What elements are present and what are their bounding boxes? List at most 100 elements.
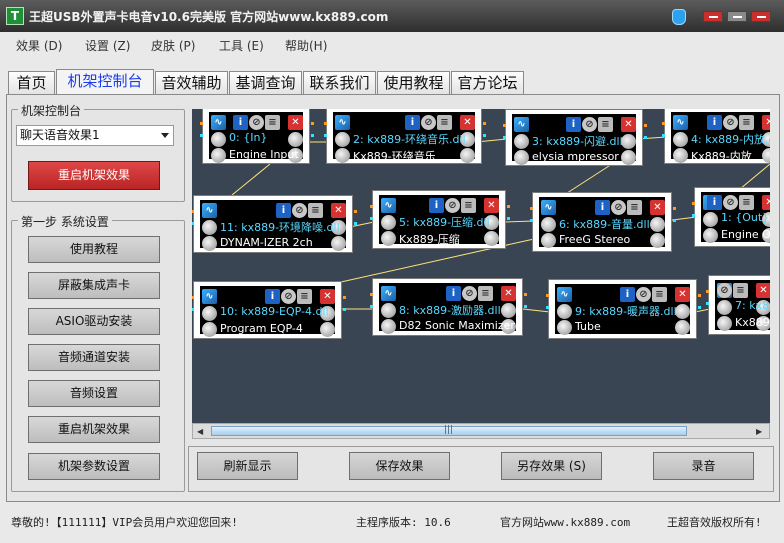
connection-port[interactable] <box>507 205 510 208</box>
remove-plugin-icon[interactable]: ✕ <box>501 286 516 301</box>
knob-icon[interactable] <box>673 148 688 163</box>
connection-port[interactable] <box>324 134 327 137</box>
bypass-icon[interactable]: ⊘ <box>281 289 296 304</box>
rack-parameters-button[interactable]: 机架参数设置 <box>28 453 160 480</box>
info-icon[interactable]: i <box>620 287 635 302</box>
connection-port[interactable] <box>200 134 203 137</box>
fader-icon[interactable]: ≡ <box>627 200 642 215</box>
tab-home[interactable]: 首页 <box>8 71 55 95</box>
minimize-button[interactable] <box>703 11 723 22</box>
knob-icon[interactable] <box>621 134 636 149</box>
remove-plugin-icon[interactable]: ✕ <box>460 115 475 130</box>
knob-icon[interactable] <box>484 231 499 246</box>
tab-tutorial[interactable]: 使用教程 <box>377 71 450 95</box>
bypass-icon[interactable]: ⊘ <box>582 117 597 132</box>
fader-icon[interactable]: ≡ <box>265 115 280 130</box>
plugin-box[interactable]: ∿ i ⊘ ≡ ✕ 3: kx889-闪避.dll elysia mpressor <box>503 109 647 166</box>
knob-icon[interactable] <box>703 228 718 243</box>
dsp-icon[interactable]: ∿ <box>541 200 556 215</box>
fader-icon[interactable]: ≡ <box>461 198 476 213</box>
plugin-box[interactable]: ∿ i ⊘ ≡ ✕ 10: kx889-EQP-4.dll Program EQP-4 <box>192 281 346 339</box>
remove-plugin-icon[interactable]: ✕ <box>762 195 770 210</box>
connection-port[interactable] <box>507 217 510 220</box>
close-button[interactable] <box>751 11 771 22</box>
fader-icon[interactable]: ≡ <box>437 115 452 130</box>
connection-port[interactable] <box>706 290 709 293</box>
fader-icon[interactable]: ≡ <box>733 283 748 298</box>
plugin-box[interactable]: ∿ i ⊘ ≡ ✕ 5: kx889-压缩.dll Kx889-压缩 <box>370 190 510 249</box>
knob-icon[interactable] <box>381 319 396 334</box>
fader-icon[interactable]: ≡ <box>739 195 754 210</box>
connection-port[interactable] <box>354 210 357 213</box>
fader-icon[interactable]: ≡ <box>478 286 493 301</box>
plugin-box[interactable]: ∿ i ⊘ ≡ ✕ 2: kx889-环绕音乐.dll Kx889-环绕音乐 <box>324 109 486 164</box>
connection-port[interactable] <box>200 122 203 125</box>
asio-driver-install-button[interactable]: ASIO驱动安装 <box>28 308 160 335</box>
knob-icon[interactable] <box>703 212 718 227</box>
bypass-icon[interactable]: ⊘ <box>421 115 436 130</box>
dsp-icon[interactable]: ∿ <box>211 115 226 130</box>
scroll-left-icon[interactable]: ◀ <box>197 427 203 436</box>
knob-icon[interactable] <box>335 148 350 163</box>
knob-icon[interactable] <box>331 236 346 251</box>
dsp-icon[interactable]: ∿ <box>202 289 217 304</box>
knob-icon[interactable] <box>288 132 303 147</box>
info-icon[interactable]: i <box>405 115 420 130</box>
connection-port[interactable] <box>192 296 194 299</box>
remove-plugin-icon[interactable]: ✕ <box>484 198 499 213</box>
bypass-icon[interactable]: ⊘ <box>723 115 738 130</box>
knob-icon[interactable] <box>202 306 217 321</box>
connection-port[interactable] <box>530 207 533 210</box>
knob-icon[interactable] <box>650 233 665 248</box>
knob-icon[interactable] <box>650 217 665 232</box>
dsp-icon[interactable]: ∿ <box>381 286 396 301</box>
knob-icon[interactable] <box>514 134 529 149</box>
remove-plugin-icon[interactable]: ✕ <box>331 203 346 218</box>
knob-icon[interactable] <box>673 132 688 147</box>
bypass-icon[interactable]: ⊘ <box>717 283 732 298</box>
dsp-icon[interactable]: ∿ <box>202 203 217 218</box>
restart-rack-button[interactable]: 重启机架效果 <box>28 161 160 190</box>
plugin-box[interactable]: ∿ i ⊘ ≡ ✕ 11: kx889-环境降噪.dll DYNAM-IZER 2ch <box>192 195 357 253</box>
plugin-box[interactable]: ∿ i⊘≡ ✕ 4: kx889-内放.dll Kx889-内放 <box>662 109 770 164</box>
knob-icon[interactable] <box>762 148 770 163</box>
menu-skin[interactable]: 皮肤 (P) <box>151 37 195 54</box>
bypass-icon[interactable]: ⊘ <box>249 115 264 130</box>
knob-icon[interactable] <box>381 215 396 230</box>
info-icon[interactable]: i <box>429 198 444 213</box>
record-button[interactable]: 录音 <box>653 452 754 480</box>
dsp-icon[interactable]: ∿ <box>557 287 572 302</box>
rack-horizontal-scrollbar[interactable]: ◀ ||| ▶ <box>192 423 770 439</box>
connection-port[interactable] <box>698 294 701 297</box>
connection-port[interactable] <box>483 122 486 125</box>
menu-help[interactable]: 帮助(H) <box>285 37 327 54</box>
scroll-right-icon[interactable]: ▶ <box>756 427 762 436</box>
knob-icon[interactable] <box>557 304 572 319</box>
knob-icon[interactable] <box>211 132 226 147</box>
knob-icon[interactable] <box>514 150 529 165</box>
connection-port[interactable] <box>673 207 676 210</box>
menu-settings[interactable]: 设置 (Z) <box>85 37 130 54</box>
knob-icon[interactable] <box>202 322 217 337</box>
connection-port[interactable] <box>503 136 506 139</box>
menu-tools[interactable]: 工具 (E) <box>219 37 264 54</box>
connection-port[interactable] <box>524 293 527 296</box>
save-effect-as-button[interactable]: 另存效果 (S) <box>501 452 602 480</box>
tab-rack-console[interactable]: 机架控制台 <box>56 69 154 95</box>
connection-port[interactable] <box>192 308 194 311</box>
info-icon[interactable]: i <box>566 117 581 132</box>
connection-port[interactable] <box>706 302 709 305</box>
remove-plugin-icon[interactable]: ✕ <box>762 115 770 130</box>
knob-icon[interactable] <box>501 303 516 318</box>
connection-port[interactable] <box>192 210 194 213</box>
bypass-icon[interactable]: ⊘ <box>292 203 307 218</box>
connection-port[interactable] <box>692 214 695 217</box>
rack-canvas[interactable]: ∿ i ⊘ ≡ ✕ 0: {In} Engine Input ∿ i ⊘ ≡ ✕ 2: kx889-环绕… <box>192 109 770 423</box>
dsp-icon[interactable]: ∿ <box>335 115 350 130</box>
connection-port[interactable] <box>673 219 676 222</box>
preset-select[interactable]: 聊天语音效果1 <box>16 125 174 146</box>
plugin-box[interactable]: ∿ i ⊘ ≡ ✕ 8: kx889-激励器.dll D82 Sonic Maximizer <box>370 278 527 336</box>
dsp-icon[interactable]: ∿ <box>673 115 688 130</box>
refresh-display-button[interactable]: 刷新显示 <box>197 452 298 480</box>
plugin-box[interactable]: ∿ i ⊘ ≡ ✕ 9: kx889-暖声器.dll Tube <box>546 279 701 339</box>
